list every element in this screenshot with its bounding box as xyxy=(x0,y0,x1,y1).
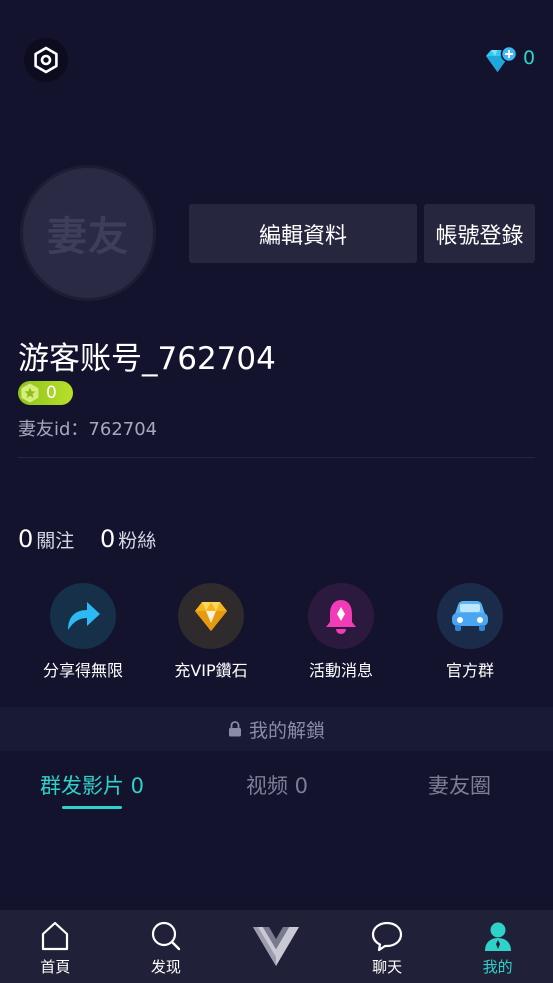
following-count: 0 xyxy=(18,525,34,553)
settings-icon xyxy=(34,46,58,74)
activity-messages-action[interactable]: 活動消息 xyxy=(276,583,406,681)
fans-count: 0 xyxy=(100,525,116,553)
diamond-icon xyxy=(178,583,244,649)
nav-discover-label: 发现 xyxy=(150,958,181,976)
level-badge: 0 xyxy=(18,381,73,405)
diamond-recharge-button[interactable] xyxy=(482,44,522,76)
vip-diamond-label: 充VIP鑽石 xyxy=(174,661,248,680)
divider xyxy=(18,457,535,458)
search-icon xyxy=(151,921,181,951)
chat-icon xyxy=(371,921,403,952)
avatar[interactable]: 妻友 xyxy=(20,165,156,301)
tab-videos[interactable]: 视频 0 xyxy=(246,770,308,800)
edit-profile-button[interactable]: 編輯資料 xyxy=(189,204,417,263)
nav-center-logo[interactable] xyxy=(221,910,332,983)
car-icon xyxy=(437,583,503,649)
share-action[interactable]: 分享得無限 xyxy=(18,583,148,681)
account-login-button[interactable]: 帳號登錄 xyxy=(424,204,535,263)
home-icon xyxy=(42,921,69,951)
following-stat[interactable]: 0 關注 xyxy=(18,525,74,553)
diamond-count: 0 xyxy=(523,47,536,69)
my-unlocks-bar[interactable]: 我的解鎖 xyxy=(0,707,553,751)
nav-mine[interactable]: 我的 xyxy=(442,910,553,983)
fans-stat[interactable]: 0 粉絲 xyxy=(100,525,156,553)
lock-icon xyxy=(228,721,241,737)
my-unlocks-label: 我的解鎖 xyxy=(248,719,325,742)
nav-home-label: 首頁 xyxy=(40,958,71,976)
active-tab-indicator xyxy=(62,806,122,809)
nav-chat-label: 聊天 xyxy=(372,958,403,976)
nav-home[interactable]: 首頁 xyxy=(0,910,111,983)
fans-label: 粉絲 xyxy=(118,530,157,552)
vip-diamond-action[interactable]: 充VIP鑽石 xyxy=(146,583,276,681)
user-id: 妻友id：762704 xyxy=(18,419,158,440)
username: 游客账号_762704 xyxy=(18,341,276,377)
official-group-action[interactable]: 官方群 xyxy=(405,583,535,681)
nav-discover[interactable]: 发现 xyxy=(111,910,222,983)
following-label: 關注 xyxy=(36,530,75,552)
bell-icon xyxy=(308,583,374,649)
activity-messages-label: 活動消息 xyxy=(308,661,373,680)
tab-circle[interactable]: 妻友圈 xyxy=(428,770,491,800)
diamond-plus-icon xyxy=(486,45,518,72)
share-label: 分享得無限 xyxy=(42,661,123,680)
nav-mine-label: 我的 xyxy=(482,958,513,976)
logo-icon xyxy=(253,927,300,966)
profile-icon xyxy=(484,922,511,951)
level-star-icon xyxy=(20,382,40,404)
share-icon xyxy=(50,583,116,649)
nav-chat[interactable]: 聊天 xyxy=(332,910,443,983)
official-group-label: 官方群 xyxy=(445,661,494,680)
avatar-placeholder-text: 妻友 xyxy=(47,214,129,260)
level-number: 0 xyxy=(46,383,57,403)
tab-group-videos[interactable]: 群发影片 0 xyxy=(40,770,144,800)
settings-button[interactable] xyxy=(24,38,68,82)
bottom-navigation: 首頁 发现 聊天 我的 xyxy=(0,910,553,983)
